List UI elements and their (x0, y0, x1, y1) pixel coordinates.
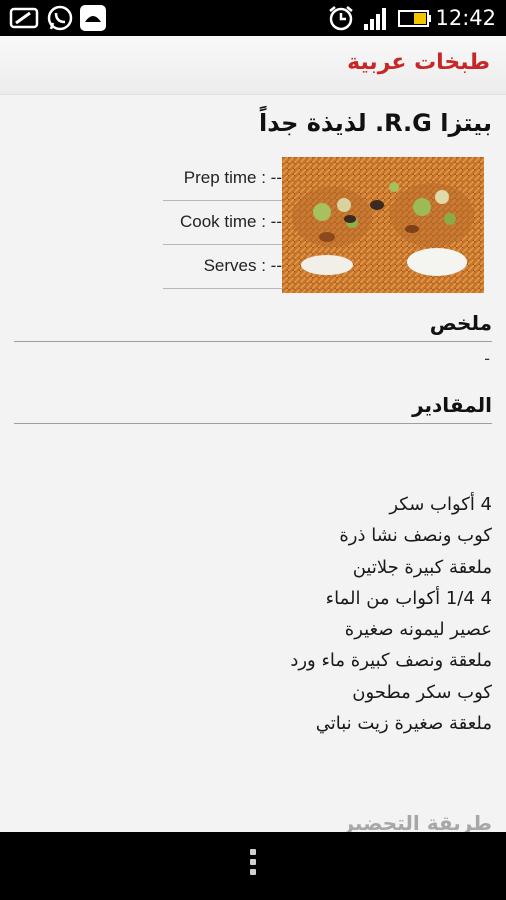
cook-time: Cook time : -- (163, 201, 282, 245)
prep-time: Prep time : -- (163, 157, 282, 201)
list-item: ملعقة كبيرة جلاتين (352, 556, 492, 578)
signal-icon (364, 8, 386, 30)
navigation-bar (0, 832, 506, 900)
summary-text: - (484, 349, 490, 368)
battery-icon (398, 10, 431, 27)
alarm-icon (329, 6, 353, 31)
status-bar: 12:42 (0, 0, 506, 36)
list-item: كوب سكر مطحون (352, 681, 492, 703)
action-bar: طبخات عربية (0, 36, 506, 95)
list-item: ملعقة صغيرة زيت نباتي (315, 713, 492, 735)
summary-heading: ملخص (14, 311, 492, 342)
clock: 12:42 (435, 6, 496, 30)
whatsapp-icon (47, 5, 73, 31)
ingredients-list: 4 أكواب سكر كوب ونصف نشا ذرة ملعقة كبيرة… (290, 489, 492, 739)
list-item: عصير ليمونه صغيرة (344, 619, 492, 641)
recipe-title: بيتزا R.G. لذيذة جداً (258, 109, 492, 137)
screenshot-icon (9, 7, 39, 29)
overflow-menu-icon[interactable] (243, 846, 263, 886)
list-item: 4 1/4 أكواب من الماء (325, 587, 492, 609)
ingredients-heading: المقادير (14, 393, 492, 424)
recipe-content[interactable]: بيتزا R.G. لذيذة جداً Prep time : -- Coo… (0, 95, 506, 832)
list-item: ملعقة ونصف كبيرة ماء ورد (290, 650, 492, 672)
app-title: طبخات عربية (347, 50, 490, 75)
chat-app-icon (80, 5, 106, 31)
list-item: 4 أكواب سكر (389, 494, 492, 515)
list-item: كوب ونصف نشا ذرة (339, 525, 492, 547)
preparation-heading: طريقة التحضير (342, 811, 492, 832)
kunafa-dessert-photo (282, 157, 484, 293)
serves: Serves : -- (163, 245, 282, 289)
